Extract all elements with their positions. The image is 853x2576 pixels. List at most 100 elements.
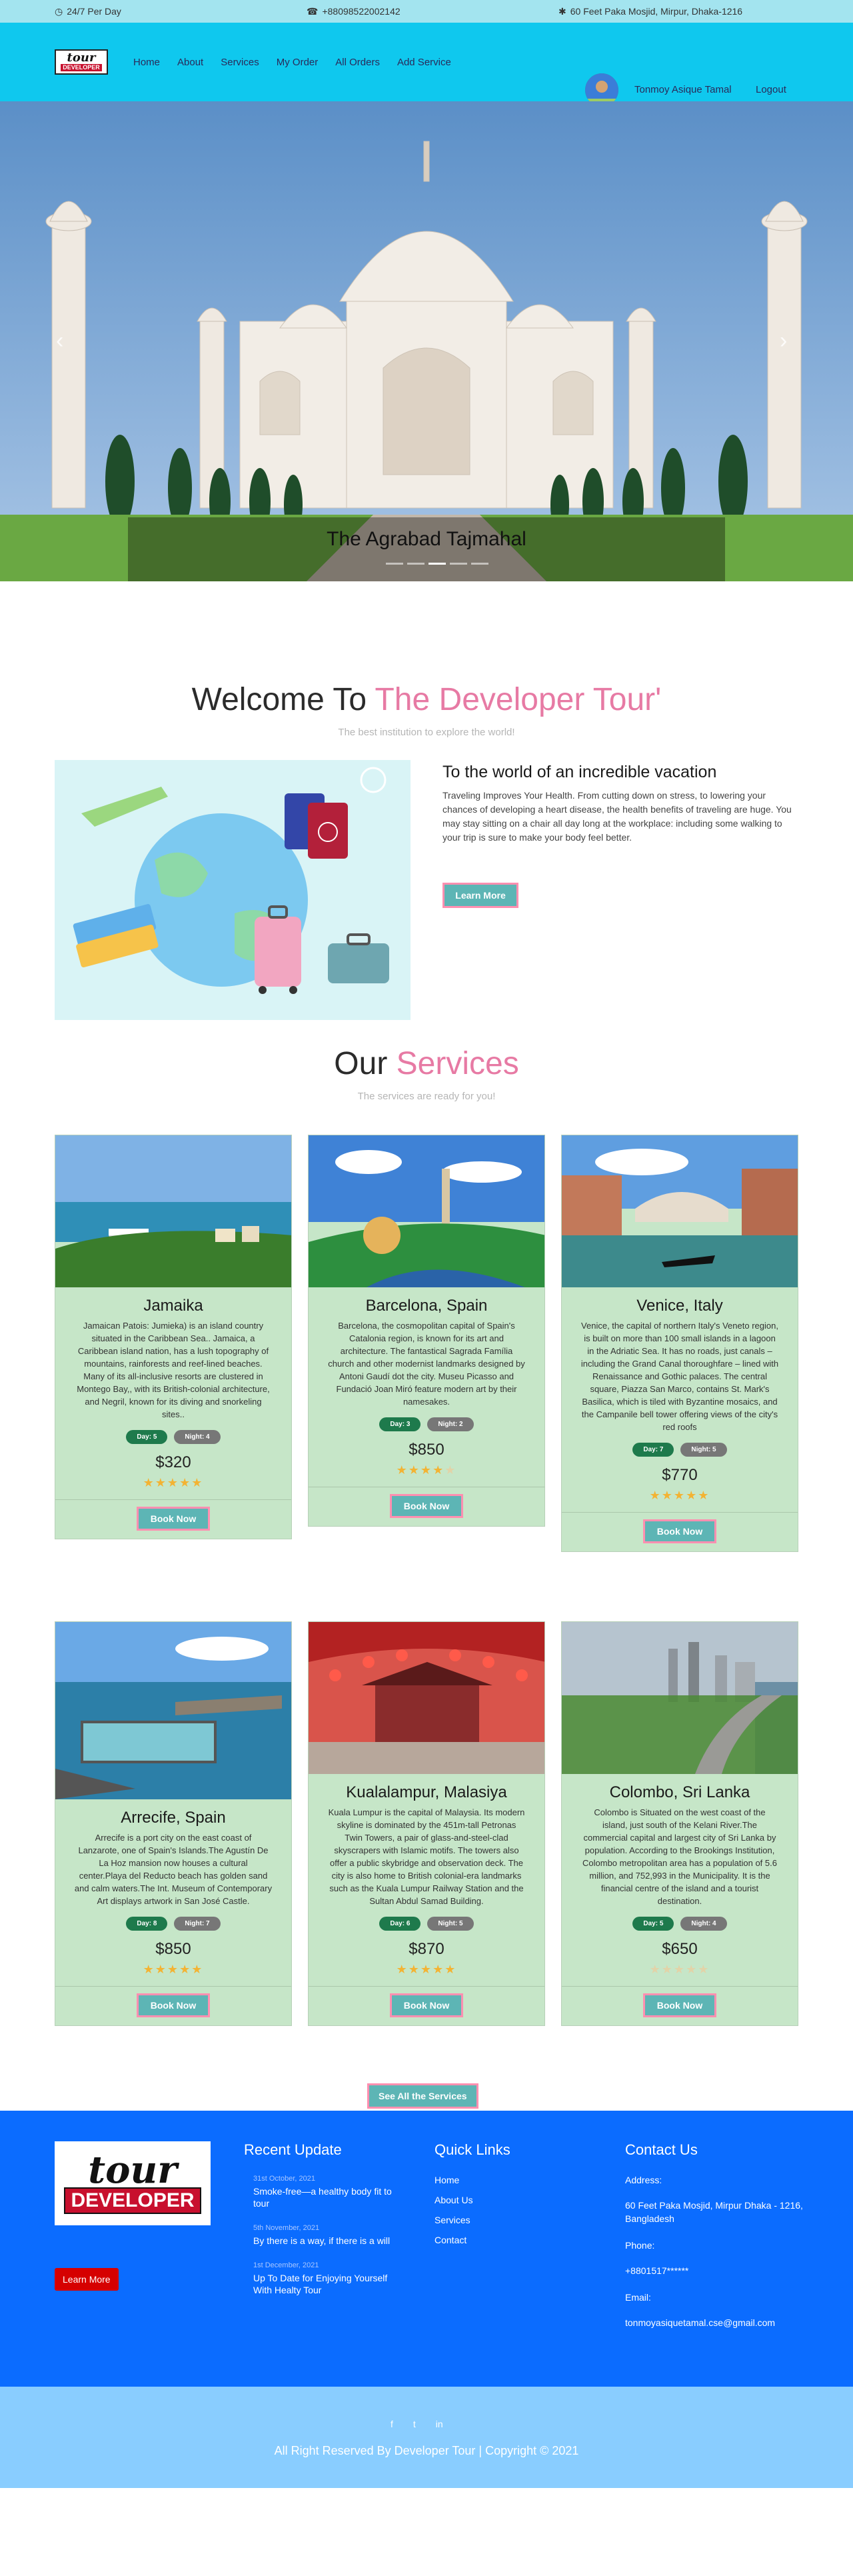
star-icon: ★ bbox=[191, 1963, 204, 1976]
service-card-venice: Venice, Italy Venice, the capital of nor… bbox=[561, 1135, 798, 1552]
star-icon: ★ bbox=[432, 1963, 445, 1976]
carousel-dot[interactable] bbox=[450, 563, 467, 565]
logo-word-developer: DEVELOPER bbox=[61, 64, 102, 71]
contact-email[interactable]: tonmoyasiquetamal.cse@gmail.com bbox=[625, 2316, 812, 2329]
star-icon: ★ bbox=[698, 1489, 710, 1502]
address-text: 60 Feet Paka Mosjid, Mirpur, Dhaka-1216 bbox=[570, 6, 743, 17]
day-badge: Day: 8 bbox=[126, 1917, 168, 1931]
facebook-icon[interactable]: f bbox=[391, 2419, 393, 2429]
site-logo[interactable]: tour DEVELOPER bbox=[55, 49, 108, 75]
footer-learn-more-button[interactable]: Learn More bbox=[55, 2268, 119, 2291]
night-badge: Night: 5 bbox=[680, 1443, 727, 1457]
carousel-dot[interactable] bbox=[386, 563, 403, 565]
recent-updates: Recent Update 31st October, 2021 Smoke-f… bbox=[244, 2141, 404, 2311]
day-badge: Day: 5 bbox=[126, 1430, 168, 1444]
footer-logo: tour DEVELOPER bbox=[55, 2141, 211, 2225]
footer-link-home[interactable]: Home bbox=[434, 2175, 568, 2185]
star-icon: ★ bbox=[420, 1963, 433, 1976]
service-name: Venice, Italy bbox=[636, 1297, 723, 1315]
nav-home[interactable]: Home bbox=[133, 57, 160, 68]
about-text: Traveling Improves Your Health. From cut… bbox=[442, 790, 792, 843]
welcome-section: Welcome To The Developer Tour' The best … bbox=[0, 581, 853, 1045]
carousel-dot[interactable] bbox=[471, 563, 488, 565]
carousel-dot[interactable] bbox=[428, 563, 446, 565]
news-date: 5th November, 2021 bbox=[253, 2224, 320, 2232]
footer-link-contact[interactable]: Contact bbox=[434, 2235, 568, 2245]
nav-my-order[interactable]: My Order bbox=[277, 57, 319, 68]
linkedin-icon[interactable]: in bbox=[436, 2419, 443, 2429]
service-card-arrecife: Arrecife, Spain Arrecife is a port city … bbox=[55, 1621, 292, 2026]
star-icon: ★ bbox=[143, 1963, 155, 1976]
star-icon: ★ bbox=[432, 1463, 445, 1477]
rating-stars: ★★★★★ bbox=[309, 1963, 544, 1977]
hero-caption: The Agrabad Tajmahal bbox=[327, 528, 526, 550]
service-price: $770 bbox=[662, 1466, 698, 1484]
news-title[interactable]: By there is a way, if there is a will bbox=[253, 2235, 404, 2247]
star-icon: ★ bbox=[396, 1463, 409, 1477]
service-image bbox=[562, 1622, 798, 1774]
quick-links: Quick Links Home About Us Services Conta… bbox=[434, 2141, 568, 2255]
footer-bottom-bar: f t in All Right Reserved By Developer T… bbox=[0, 2387, 853, 2488]
service-price: $870 bbox=[409, 1940, 444, 1958]
footer-link-about[interactable]: About Us bbox=[434, 2195, 568, 2205]
service-image bbox=[309, 1135, 544, 1287]
see-all-services-button[interactable]: See All the Services bbox=[367, 2083, 478, 2109]
rating-stars: ★★★★★ bbox=[55, 1476, 291, 1490]
service-desc: Kuala Lumpur is the capital of Malaysia.… bbox=[328, 1807, 525, 1906]
service-name: Arrecife, Spain bbox=[121, 1809, 226, 1827]
news-date: 31st October, 2021 bbox=[253, 2175, 315, 2183]
carousel-indicators bbox=[386, 563, 488, 565]
news-title[interactable]: Up To Date for Enjoying Yourself With He… bbox=[253, 2272, 404, 2296]
user-name[interactable]: Tonmoy Asique Tamal bbox=[634, 84, 732, 95]
nav-services[interactable]: Services bbox=[221, 57, 259, 68]
carousel-dot[interactable] bbox=[407, 563, 425, 565]
book-now-button[interactable]: Book Now bbox=[642, 1993, 717, 2017]
book-now-button[interactable]: Book Now bbox=[136, 1507, 211, 1531]
nav-all-orders[interactable]: All Orders bbox=[335, 57, 380, 68]
service-name: Barcelona, Spain bbox=[365, 1297, 488, 1315]
news-title[interactable]: Smoke-free—a healthy body fit to tour bbox=[253, 2185, 404, 2209]
book-now-button[interactable]: Book Now bbox=[389, 1993, 464, 2017]
book-now-button[interactable]: Book Now bbox=[136, 1993, 211, 2017]
logout-button[interactable]: Logout bbox=[756, 84, 786, 95]
contact-us: Contact Us Address: 60 Feet Paka Mosjid,… bbox=[625, 2141, 812, 2344]
star-icon: ★ bbox=[444, 1463, 457, 1477]
service-price: $850 bbox=[409, 1441, 444, 1459]
star-icon: ★ bbox=[167, 1963, 180, 1976]
address-info: ✱ 60 Feet Paka Mosjid, Mirpur, Dhaka-121… bbox=[558, 6, 742, 17]
nav-add-service[interactable]: Add Service bbox=[397, 57, 451, 68]
service-desc: Arrecife is a port city on the east coas… bbox=[74, 1833, 273, 1906]
rating-stars: ★★★★★ bbox=[55, 1963, 291, 1977]
service-desc: Jamaican Patois: Jumieka) is an island c… bbox=[77, 1321, 270, 1419]
about-block: To the world of an incredible vacation T… bbox=[442, 763, 798, 908]
phone-icon: ☎ bbox=[307, 5, 319, 17]
welcome-title-accent: The Developer Tour' bbox=[375, 682, 662, 717]
star-icon: ★ bbox=[444, 1963, 457, 1976]
star-icon: ★ bbox=[649, 1489, 662, 1502]
logo-word-tour: tour bbox=[88, 2148, 177, 2192]
learn-more-button[interactable]: Learn More bbox=[442, 883, 518, 908]
services-section: Our Services The services are ready for … bbox=[0, 1045, 853, 2111]
star-icon: ★ bbox=[167, 1476, 180, 1489]
star-icon: ★ bbox=[661, 1489, 674, 1502]
star-icon: ★ bbox=[179, 1963, 192, 1976]
carousel-prev-icon[interactable]: ‹ bbox=[56, 328, 63, 354]
nav-about[interactable]: About bbox=[177, 57, 203, 68]
star-icon: ★ bbox=[698, 1963, 710, 1976]
service-desc: Barcelona, the cosmopolitan capital of S… bbox=[328, 1321, 525, 1407]
rating-stars: ★★★★★ bbox=[562, 1489, 798, 1503]
service-card-jamaika: Jamaika Jamaican Patois: Jumieka) is an … bbox=[55, 1135, 292, 1539]
day-badge: Day: 5 bbox=[632, 1917, 674, 1931]
service-name: Jamaika bbox=[143, 1297, 203, 1315]
twitter-icon[interactable]: t bbox=[413, 2419, 416, 2429]
book-now-button[interactable]: Book Now bbox=[642, 1519, 717, 1543]
book-now-button[interactable]: Book Now bbox=[389, 1494, 464, 1518]
hours-info: ◷ 24/7 Per Day bbox=[55, 6, 121, 17]
links-title: Quick Links bbox=[434, 2141, 510, 2158]
star-icon: ★ bbox=[191, 1476, 204, 1489]
service-price: $650 bbox=[662, 1940, 698, 1958]
footer-link-services[interactable]: Services bbox=[434, 2215, 568, 2225]
service-desc: Colombo is Situated on the west coast of… bbox=[582, 1807, 777, 1906]
carousel-next-icon[interactable]: › bbox=[780, 328, 787, 354]
services-title: Our Services bbox=[0, 1045, 853, 1082]
